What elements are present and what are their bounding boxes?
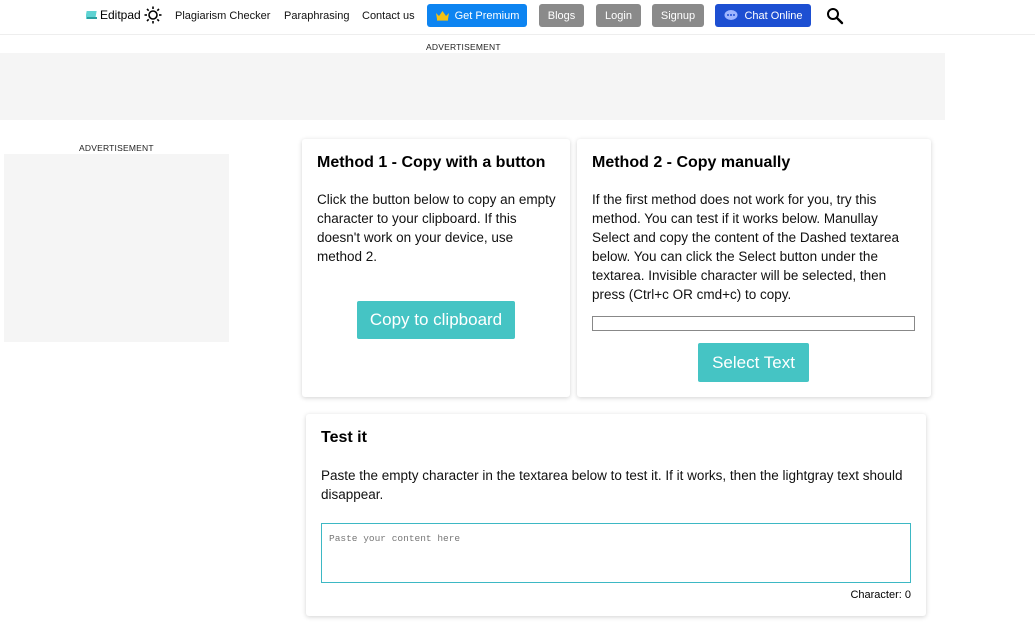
character-counter: Character: 0 <box>850 589 911 601</box>
side-ad-label: ADVERTISEMENT <box>79 143 154 153</box>
method1-description: Click the button below to copy an empty … <box>317 192 556 264</box>
chat-online-label: Chat Online <box>744 9 803 22</box>
chat-online-button[interactable]: Chat Online <box>715 4 811 27</box>
get-premium-button[interactable]: Get Premium <box>427 4 527 27</box>
search-icon[interactable] <box>826 7 844 25</box>
test-title: Test it <box>321 429 367 446</box>
method2-card: Method 2 - Copy manually If the first me… <box>577 139 931 397</box>
method1-card: Method 1 - Copy with a button Click the … <box>302 139 570 397</box>
logo-text: Editpad <box>100 8 141 22</box>
editpad-logo-icon <box>86 11 97 19</box>
test-card: Test it Paste the empty character in the… <box>306 414 926 616</box>
nav-contact-us[interactable]: Contact us <box>362 10 415 22</box>
signup-button[interactable]: Signup <box>652 4 704 27</box>
login-button[interactable]: Login <box>596 4 641 27</box>
top-navbar: Editpad Plagiarism Checker Paraphrasing … <box>0 0 1035 35</box>
top-ad-label: ADVERTISEMENT <box>426 42 501 52</box>
test-textarea[interactable]: Paste your content here <box>321 523 911 583</box>
crown-icon <box>435 11 449 21</box>
top-ad-slot <box>0 53 945 120</box>
theme-toggle-sun-icon[interactable] <box>144 6 162 24</box>
nav-paraphrasing[interactable]: Paraphrasing <box>284 10 349 22</box>
side-ad-slot <box>4 154 229 342</box>
select-text-button[interactable]: Select Text <box>698 343 809 382</box>
blogs-button[interactable]: Blogs <box>539 4 584 27</box>
nav-plagiarism-checker[interactable]: Plagiarism Checker <box>175 10 270 22</box>
invisible-character-textarea[interactable] <box>592 316 915 331</box>
copy-to-clipboard-button[interactable]: Copy to clipboard <box>357 301 515 339</box>
chat-bubble-icon <box>724 10 738 20</box>
get-premium-label: Get Premium <box>454 9 520 22</box>
test-description: Paste the empty character in the textare… <box>321 468 903 502</box>
method2-title: Method 2 - Copy manually <box>592 154 791 171</box>
method2-description: If the first method does not work for yo… <box>592 192 899 302</box>
logo[interactable]: Editpad <box>86 8 141 22</box>
method1-title: Method 1 - Copy with a button <box>317 154 546 171</box>
